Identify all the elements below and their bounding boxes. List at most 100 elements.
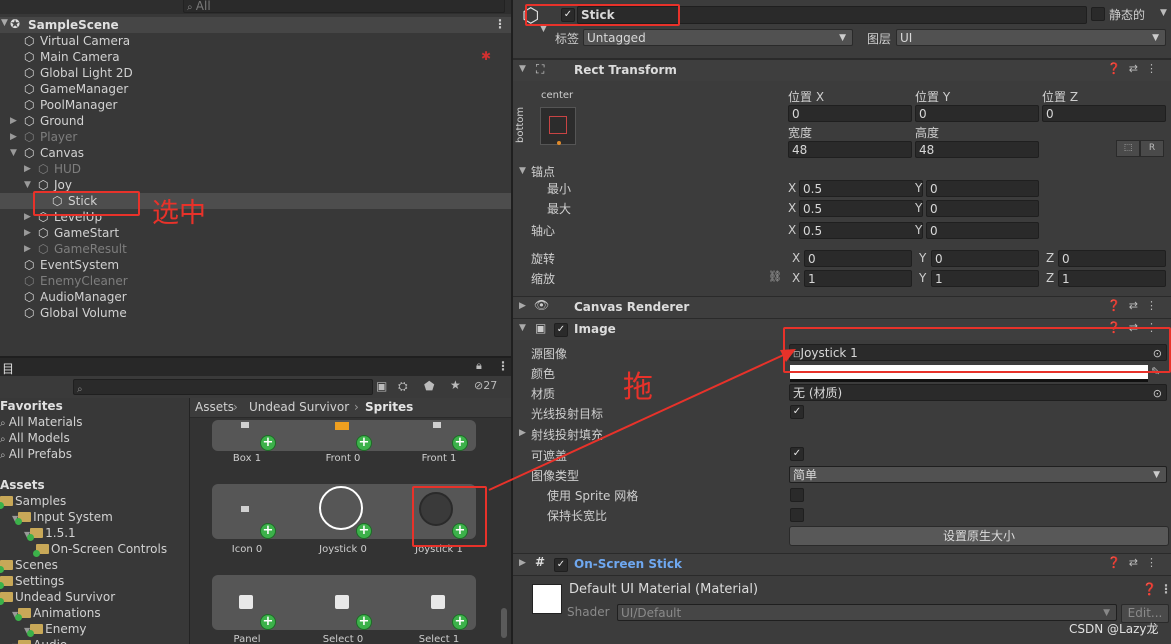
hidden-packages-icon[interactable]: ⊘27 <box>474 379 497 392</box>
add-sprite-icon[interactable]: + <box>356 523 372 539</box>
favorite-star-icon[interactable]: ★ <box>450 378 461 392</box>
label-tag-icon[interactable]: ⬟ <box>424 379 434 393</box>
lock-icon[interactable]: 🔒︎ <box>476 359 482 373</box>
link-icon[interactable]: ⛓ <box>768 270 782 283</box>
asset-folder[interactable]: ▼Animations <box>12 605 101 621</box>
expand-arrow-icon[interactable]: ▶ <box>24 161 31 177</box>
hierarchy-item[interactable]: ⬡ PoolManager <box>0 97 510 113</box>
add-sprite-icon[interactable]: + <box>356 435 372 451</box>
component-header-icons[interactable]: ❓⇄⋮ <box>1107 62 1165 75</box>
hierarchy-item[interactable]: ⬡ Global Volume <box>0 305 510 321</box>
hierarchy-item[interactable]: ⬡ Virtual Camera <box>0 33 510 49</box>
rot-x-field[interactable]: 0 <box>804 250 912 267</box>
image-type-dropdown[interactable]: 简单 ▼ <box>789 466 1167 483</box>
image-enabled-checkbox[interactable]: ✓ <box>554 323 568 337</box>
layer-dropdown[interactable]: UI ▼ <box>896 29 1166 46</box>
hierarchy-item[interactable]: ▶ ⬡ GameResult <box>0 241 510 257</box>
favorites-title[interactable]: Favorites <box>0 398 63 414</box>
expand-arrow-icon[interactable]: ▶ <box>24 225 31 241</box>
min-y-field[interactable]: 0 <box>926 180 1039 197</box>
search-by-type-icon[interactable]: ▣ <box>376 379 387 393</box>
hierarchy-item[interactable]: ▶ ⬡ GameStart <box>0 225 510 241</box>
width-field[interactable]: 48 <box>788 141 912 158</box>
project-tab[interactable]: 目 <box>2 360 14 377</box>
expand-arrow-icon[interactable]: ▶ <box>10 113 17 129</box>
tag-dropdown[interactable]: Untagged ▼ <box>583 29 853 46</box>
rot-z-field[interactable]: 0 <box>1058 250 1166 267</box>
hierarchy-item[interactable]: ▶ ⬡ Ground <box>0 113 510 129</box>
hierarchy-item[interactable]: ⬡ Main Camera <box>0 49 510 65</box>
pivot-y-field[interactable]: 0 <box>926 222 1039 239</box>
raycast-target-checkbox[interactable]: ✓ <box>790 405 804 419</box>
object-picker-icon[interactable]: ⊙ <box>1153 385 1162 400</box>
expand-arrow-icon[interactable]: ▶ <box>519 428 526 438</box>
asset-folder[interactable]: ▼Audio <box>12 637 67 644</box>
anchors-arrow-icon[interactable]: ▼ <box>519 166 526 176</box>
max-x-field[interactable]: 0.5 <box>799 200 923 217</box>
hierarchy-search-input[interactable]: ⌕ All <box>183 0 505 13</box>
breadcrumb-assets[interactable]: Assets <box>195 400 234 414</box>
scale-z-field[interactable]: 1 <box>1058 270 1166 287</box>
project-search-input[interactable]: ⌕ <box>73 379 373 395</box>
add-sprite-icon[interactable]: + <box>356 614 372 630</box>
pos-x-field[interactable]: 0 <box>788 105 912 122</box>
expand-arrow-icon[interactable]: ▶ <box>24 209 31 225</box>
max-y-field[interactable]: 0 <box>926 200 1039 217</box>
breadcrumb-sprites[interactable]: Sprites <box>365 400 413 414</box>
pos-z-field[interactable]: 0 <box>1042 105 1166 122</box>
add-sprite-icon[interactable]: + <box>260 435 276 451</box>
scale-y-field[interactable]: 1 <box>931 270 1039 287</box>
asset-folder[interactable]: On-Screen Controls <box>33 541 167 557</box>
scene-menu-icon[interactable]: ⋮ <box>494 17 506 31</box>
hierarchy-item[interactable]: ⬡ EventSystem <box>0 257 510 273</box>
asset-folder[interactable]: Undead Survivor <box>0 589 115 605</box>
filter-type-icon[interactable]: ⛭ <box>398 379 408 394</box>
hierarchy-item[interactable]: ⬡ AudioManager <box>0 289 510 305</box>
add-sprite-icon[interactable]: + <box>260 523 276 539</box>
pos-y-field[interactable]: 0 <box>915 105 1039 122</box>
pivot-x-field[interactable]: 0.5 <box>799 222 923 239</box>
favorite-item[interactable]: ⌕ All Models <box>0 430 70 446</box>
component-header-icons[interactable]: ❓⇄⋮ <box>1107 556 1165 569</box>
material-field[interactable]: 无 (材质) ⊙ <box>789 384 1167 401</box>
scene-header[interactable]: ✪ ▼ SampleScene ⋮ <box>0 17 511 33</box>
hierarchy-item[interactable]: ⬡ Global Light 2D <box>0 65 510 81</box>
asset-folder[interactable]: Scenes <box>0 557 58 573</box>
asset-folder[interactable]: ▼Enemy <box>24 621 87 637</box>
help-icon[interactable]: ❓ <box>1142 582 1157 596</box>
scale-x-field[interactable]: 1 <box>804 270 912 287</box>
anchor-preset-button[interactable] <box>540 107 576 145</box>
breadcrumb-undead[interactable]: Undead Survivor <box>249 400 349 414</box>
blueprint-mode-button[interactable]: ⬚ <box>1116 140 1140 157</box>
menu-icon[interactable]: ⋮ <box>1160 582 1171 596</box>
hierarchy-item[interactable]: ⬡ EnemyCleaner <box>0 273 510 289</box>
onscreen-stick-header[interactable]: ▶ # ✓ On-Screen Stick ❓⇄⋮ <box>513 553 1171 575</box>
expand-arrow-icon[interactable]: ▶ <box>10 129 17 145</box>
static-dropdown-icon[interactable]: ▼ <box>1160 8 1167 18</box>
add-sprite-icon[interactable]: + <box>260 614 276 630</box>
hierarchy-item[interactable]: ▶ ⬡ Player <box>0 129 510 145</box>
menu-icon[interactable]: ⋮ <box>497 359 509 373</box>
static-checkbox[interactable] <box>1091 7 1105 21</box>
scrollbar[interactable] <box>501 608 507 638</box>
raw-edit-button[interactable]: R <box>1140 140 1164 157</box>
rot-y-field[interactable]: 0 <box>931 250 1039 267</box>
onscreen-stick-checkbox[interactable]: ✓ <box>554 558 568 572</box>
add-sprite-icon[interactable]: + <box>452 614 468 630</box>
favorite-item[interactable]: ⌕ All Prefabs <box>0 446 72 462</box>
assets-title[interactable]: Assets <box>0 477 45 493</box>
asset-folder[interactable]: ▼Input System <box>12 509 113 525</box>
set-native-size-button[interactable]: 设置原生大小 <box>789 526 1169 546</box>
component-header-icons[interactable]: ❓⇄⋮ <box>1107 299 1165 312</box>
canvas-renderer-header[interactable]: ▶ 👁︎ Canvas Renderer ❓⇄⋮ <box>513 296 1171 318</box>
hierarchy-item[interactable]: ⬡ GameManager <box>0 81 510 97</box>
min-x-field[interactable]: 0.5 <box>799 180 923 197</box>
asset-folder[interactable]: Samples <box>0 493 66 509</box>
collapse-arrow-icon[interactable]: ▼ <box>10 145 17 161</box>
expand-arrow-icon[interactable]: ▶ <box>24 241 31 257</box>
rect-transform-header[interactable]: ▼ ⛶ Rect Transform ❓⇄⋮ <box>513 59 1171 81</box>
add-sprite-icon[interactable]: + <box>452 435 468 451</box>
collapse-arrow-icon[interactable]: ▼ <box>24 177 31 193</box>
asset-folder[interactable]: ▼1.5.1 <box>24 525 76 541</box>
hierarchy-item[interactable]: ▼ ⬡ Canvas <box>0 145 510 161</box>
